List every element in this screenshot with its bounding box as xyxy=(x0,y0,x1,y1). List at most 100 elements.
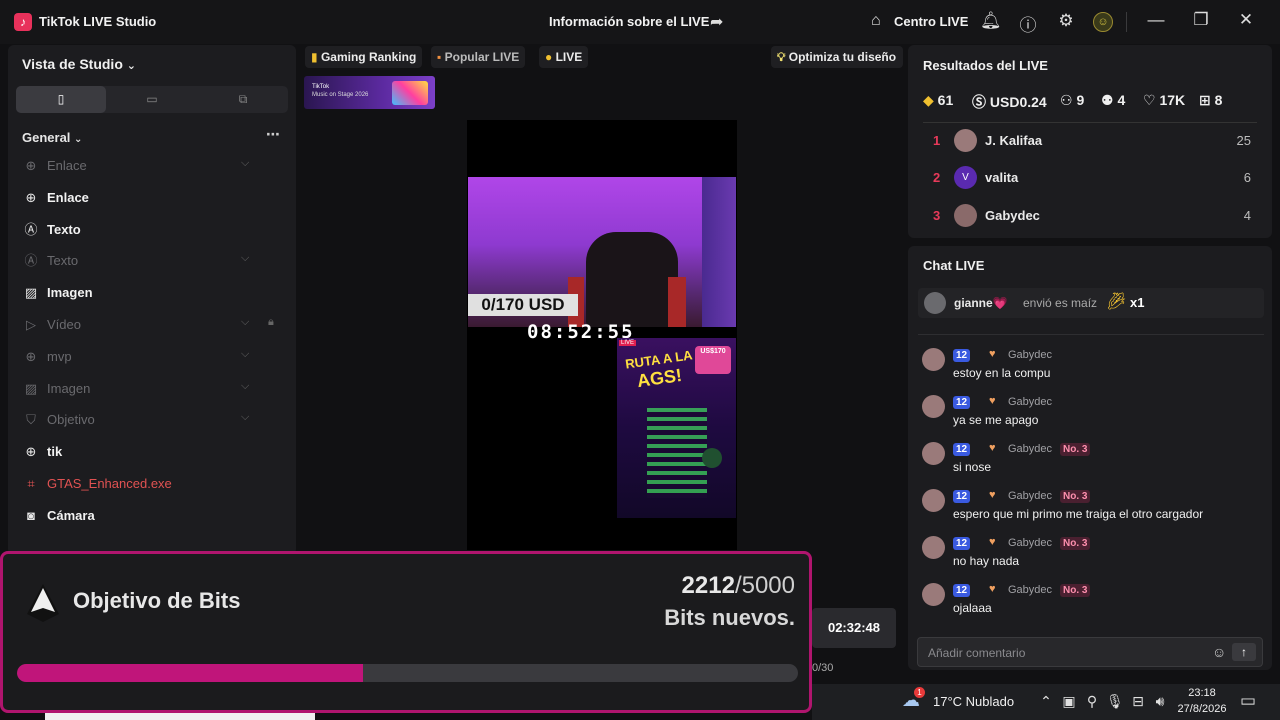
chip-live[interactable]: ● LIVE xyxy=(539,46,589,68)
divider xyxy=(918,334,1264,335)
viewers-icon: ⚇ xyxy=(1060,92,1073,108)
ranking-row[interactable]: 1 J. Kalifaa 25 xyxy=(923,128,1257,154)
volume-icon[interactable]: 🔊︎ xyxy=(1152,693,1168,710)
close-icon[interactable]: ✕ xyxy=(1235,10,1257,30)
visibility-icon[interactable]: ⌵ xyxy=(241,157,249,170)
chat-message[interactable]: 12 ♥ Gabydec estoy en la compu xyxy=(922,348,1262,388)
studio-view-dropdown[interactable]: Vista de Studio ⌄ xyxy=(22,56,136,72)
weather-text[interactable]: 17°C Nublado xyxy=(933,694,1014,709)
clock-date[interactable]: 27/8/2026 xyxy=(1176,703,1228,715)
chip-gaming-ranking[interactable]: ▮ Gaming Ranking xyxy=(305,46,423,68)
camera-icon: ◙ xyxy=(27,507,35,523)
ranking-row[interactable]: 2 V valita 6 xyxy=(923,165,1257,191)
event-banner[interactable]: TikTok Music on Stage 2026 xyxy=(304,76,435,109)
chat-message[interactable]: 12 ♥ Gabydec No. 3 si nose xyxy=(922,442,1262,482)
microphone-icon[interactable]: 🎙︎ xyxy=(1106,693,1124,710)
chat-message[interactable]: 12 ♥ Gabydec No. 3 no hay nada xyxy=(922,536,1262,576)
ranking-score: 4 xyxy=(1243,208,1251,223)
optimize-design-button[interactable]: 💡︎ Optimiza tu diseño xyxy=(771,46,904,68)
send-button[interactable]: ↑ xyxy=(1232,643,1256,661)
source-imagen[interactable]: ▨ Imagen xyxy=(22,281,288,305)
avatar xyxy=(924,292,946,314)
landscape-tab[interactable]: ▭ xyxy=(107,86,197,113)
source-gtas[interactable]: ⌗ GTAS_Enhanced.exe xyxy=(22,472,288,496)
settings-icon[interactable]: ⚙ xyxy=(1056,11,1076,31)
share-icon[interactable]: ➦ xyxy=(710,12,723,32)
shield-icon: ⛉ xyxy=(26,412,36,428)
source-label: tik xyxy=(47,444,63,460)
comment-input[interactable]: Añadir comentario ☺ ↑ xyxy=(917,637,1263,667)
ranking-user: Gabydec xyxy=(985,208,1040,223)
ranking-user: J. Kalifaa xyxy=(985,133,1043,148)
help-icon[interactable]: ⓘ xyxy=(1018,11,1038,36)
optimize-design-label: Optimiza tu diseño xyxy=(788,50,897,64)
visibility-icon[interactable]: ⌵ xyxy=(241,411,249,424)
minimize-icon[interactable]: — xyxy=(1145,10,1167,30)
source-imagen[interactable]: ▨ Imagen ⌵ xyxy=(22,377,288,401)
play-icon: ▷ xyxy=(26,317,36,332)
source-texto[interactable]: Ⓐ Texto xyxy=(22,218,288,242)
wifi-icon[interactable]: ⊟ xyxy=(1130,693,1146,710)
source-texto[interactable]: Ⓐ Texto ⌵ xyxy=(22,249,288,273)
rank-number: 2 xyxy=(933,170,941,185)
notifications-icon[interactable]: ▭ xyxy=(1240,691,1256,711)
sources-panel: Vista de Studio ⌄ ▯ ▭ ⧉ General ⌄ ⋯ ⊕ Enl… xyxy=(8,45,296,555)
bell-icon[interactable]: 🔔︎ xyxy=(980,11,1002,31)
gaming-chair xyxy=(586,232,678,327)
lightbulb-icon: 💡︎ xyxy=(777,50,786,64)
level-badge: 12 xyxy=(953,584,971,597)
chat-message[interactable]: 12 ♥ Gabydec ya se me apago xyxy=(922,395,1262,435)
ranking-row[interactable]: 3 Gabydec 4 xyxy=(923,203,1257,229)
home-icon[interactable]: ⌂ xyxy=(871,12,881,30)
chat-user: Gabydec xyxy=(1008,490,1053,502)
source-mvp[interactable]: ⊕ mvp ⌵ xyxy=(22,345,288,369)
curtain xyxy=(702,177,736,327)
source-objetivo[interactable]: ⛉ Objetivo ⌵ xyxy=(22,408,288,432)
more-icon[interactable]: ⋯ xyxy=(266,126,280,143)
chat-text: ya se me apago xyxy=(953,413,1039,427)
chat-title: Chat LIVE xyxy=(923,258,985,273)
visibility-icon[interactable]: ⌵ xyxy=(241,380,249,393)
source-camara[interactable]: ◙ Cámara xyxy=(22,504,288,528)
centro-live-button[interactable]: Centro LIVE xyxy=(894,14,968,29)
section-general[interactable]: General ⌄ xyxy=(22,130,82,145)
fire-icon: ▪ xyxy=(437,50,442,64)
visibility-icon[interactable]: ⌵ xyxy=(241,316,249,329)
restore-icon[interactable]: ❐ xyxy=(1190,10,1212,30)
source-enlace[interactable]: ⊕ Enlace ⌵ xyxy=(22,154,288,178)
source-tik[interactable]: ⊕ tik xyxy=(22,440,288,464)
chat-message[interactable]: 12 ♥ Gabydec No. 3 ojalaaa xyxy=(922,583,1262,623)
gift-notification: gianne💗 envió es maíz 🌽︎ x1 xyxy=(918,288,1264,318)
dollar-icon: Ⓢ xyxy=(972,94,986,110)
emoji-icon[interactable]: ☺ xyxy=(1212,644,1226,660)
diamond-icon: ◆ xyxy=(923,92,934,108)
source-video[interactable]: ▷ Vídeo ⌵ 🔒︎ xyxy=(22,313,288,337)
visibility-icon[interactable]: ⌵ xyxy=(241,348,249,361)
visibility-icon[interactable]: ⌵ xyxy=(241,252,249,265)
chevron-up-icon[interactable]: ⌃ xyxy=(1038,693,1054,710)
live-info-title[interactable]: Información sobre el LIVE xyxy=(549,14,709,29)
portrait-tab[interactable]: ▯ xyxy=(16,86,106,113)
banner-art xyxy=(392,81,428,105)
text-icon: Ⓐ xyxy=(24,253,38,269)
clock-time[interactable]: 23:18 xyxy=(1182,687,1222,699)
globe-icon: ⊕ xyxy=(25,444,37,460)
bits-goal-count: 2212/5000 xyxy=(682,572,795,600)
network-icon[interactable]: ▣ xyxy=(1061,693,1077,710)
chip-popular-live[interactable]: ▪ Popular LIVE xyxy=(431,46,526,68)
ranking-score: 6 xyxy=(1243,170,1251,185)
heart-icon: ♡ xyxy=(1143,92,1156,108)
avatar[interactable]: ☺ xyxy=(1093,12,1113,32)
chat-text: ojalaaa xyxy=(953,601,992,615)
usb-icon[interactable]: ⚲ xyxy=(1084,693,1100,710)
avatar xyxy=(922,395,945,418)
gift-count: x1 xyxy=(1130,295,1145,310)
chat-user: Gabydec xyxy=(1008,584,1053,596)
source-label: Texto xyxy=(47,253,79,269)
live-preview[interactable]: 0/170 USD 08:52:55 LIVE RUTA A LA AGS! U… xyxy=(467,120,737,550)
multi-view-tab[interactable]: ⧉ xyxy=(198,86,288,113)
source-enlace[interactable]: ⊕ Enlace xyxy=(22,186,288,210)
chat-user: Gabydec xyxy=(1008,396,1053,408)
lock-icon[interactable]: 🔒︎ xyxy=(268,316,274,329)
chat-message[interactable]: 12 ♥ Gabydec No. 3 espero que mi primo me tr… xyxy=(922,489,1262,529)
